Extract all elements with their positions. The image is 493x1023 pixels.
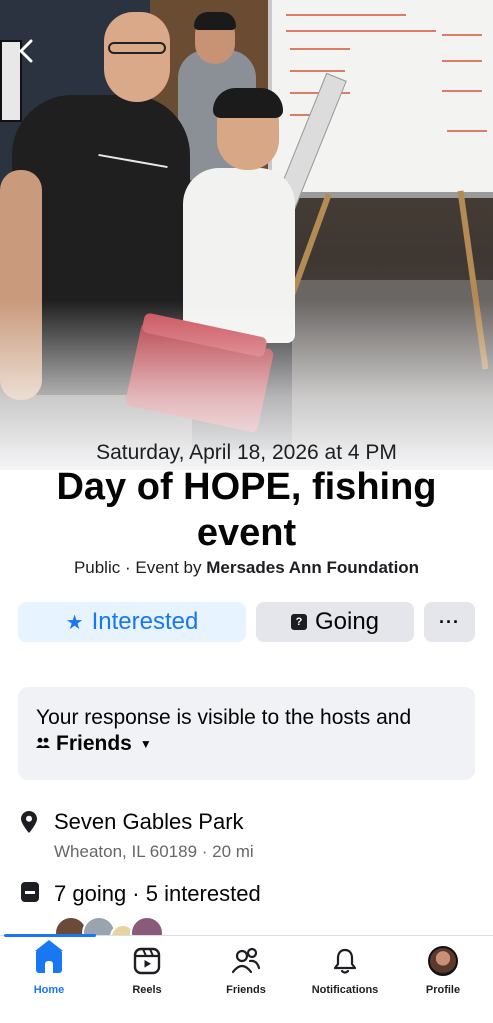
- response-visibility-notice: Your response is visible to the hosts an…: [18, 687, 475, 780]
- going-button-label: Going: [314, 608, 380, 635]
- calendar-check-icon: ?: [290, 614, 307, 630]
- event-meta: Public · Event by Mersades Ann Foundatio…: [0, 558, 493, 578]
- photo-man-head: [104, 12, 170, 102]
- caret-down-icon: ▼: [139, 737, 152, 751]
- event-visibility: Public: [73, 558, 121, 577]
- interested-button[interactable]: ★ Interested: [18, 602, 246, 642]
- back-button[interactable]: [12, 36, 42, 66]
- event-actions: ★ Interested ? Going ···: [18, 602, 475, 642]
- attendee-avatars[interactable]: [54, 916, 164, 950]
- tab-friends[interactable]: Friends: [197, 936, 295, 1006]
- tab-notifications-label: Notifications: [311, 984, 379, 996]
- attendance-summary: 7 going · 5 interested: [54, 881, 261, 906]
- tab-home[interactable]: Home: [0, 936, 98, 1006]
- tab-reels[interactable]: Reels: [98, 936, 196, 1006]
- more-options-button[interactable]: ···: [424, 602, 475, 642]
- event-date: Saturday, April 18, 2026 at 4 PM: [96, 441, 397, 464]
- tab-profile[interactable]: Profile: [394, 936, 492, 1006]
- reels-icon: [132, 946, 162, 976]
- event-cover-photo[interactable]: [0, 0, 493, 470]
- avatar: [428, 946, 458, 976]
- notice-text: Your response is visible to the hosts an…: [36, 706, 412, 729]
- friends-icon: [231, 946, 261, 976]
- event-host-link[interactable]: Mersades Ann Foundation: [206, 558, 419, 577]
- map-pin-icon: [21, 811, 37, 833]
- audience-selector[interactable]: Friends ▼: [36, 732, 457, 756]
- going-button[interactable]: ? Going: [256, 602, 414, 642]
- event-meta-separator: · Event by: [120, 558, 207, 577]
- calendar-icon: [21, 882, 39, 902]
- event-title: Day of HOPE, fishing event: [56, 466, 437, 554]
- chevron-left-icon: [19, 39, 33, 63]
- location-detail: Wheaton, IL 60189 · 20 mi: [54, 842, 254, 861]
- tab-notifications[interactable]: Notifications: [296, 936, 394, 1006]
- bottom-tab-bar: Home Reels Friends Notifications Profile: [0, 934, 493, 1023]
- bell-icon: [330, 946, 360, 976]
- home-icon: [34, 940, 64, 976]
- tab-reels-label: Reels: [132, 984, 162, 996]
- tab-profile-label: Profile: [425, 984, 461, 996]
- star-icon: ★: [65, 611, 84, 634]
- tab-friends-label: Friends: [226, 984, 266, 996]
- audience-label: Friends: [56, 732, 132, 755]
- more-icon: ···: [439, 611, 460, 632]
- photo-background-child-hair: [194, 12, 236, 30]
- location-name: Seven Gables Park: [54, 809, 244, 834]
- people-icon: [36, 737, 50, 752]
- tab-home-label: Home: [33, 984, 65, 996]
- photo-man-glasses: [108, 42, 166, 54]
- photo-boy-hair: [213, 88, 283, 118]
- interested-button-label: Interested: [91, 608, 199, 635]
